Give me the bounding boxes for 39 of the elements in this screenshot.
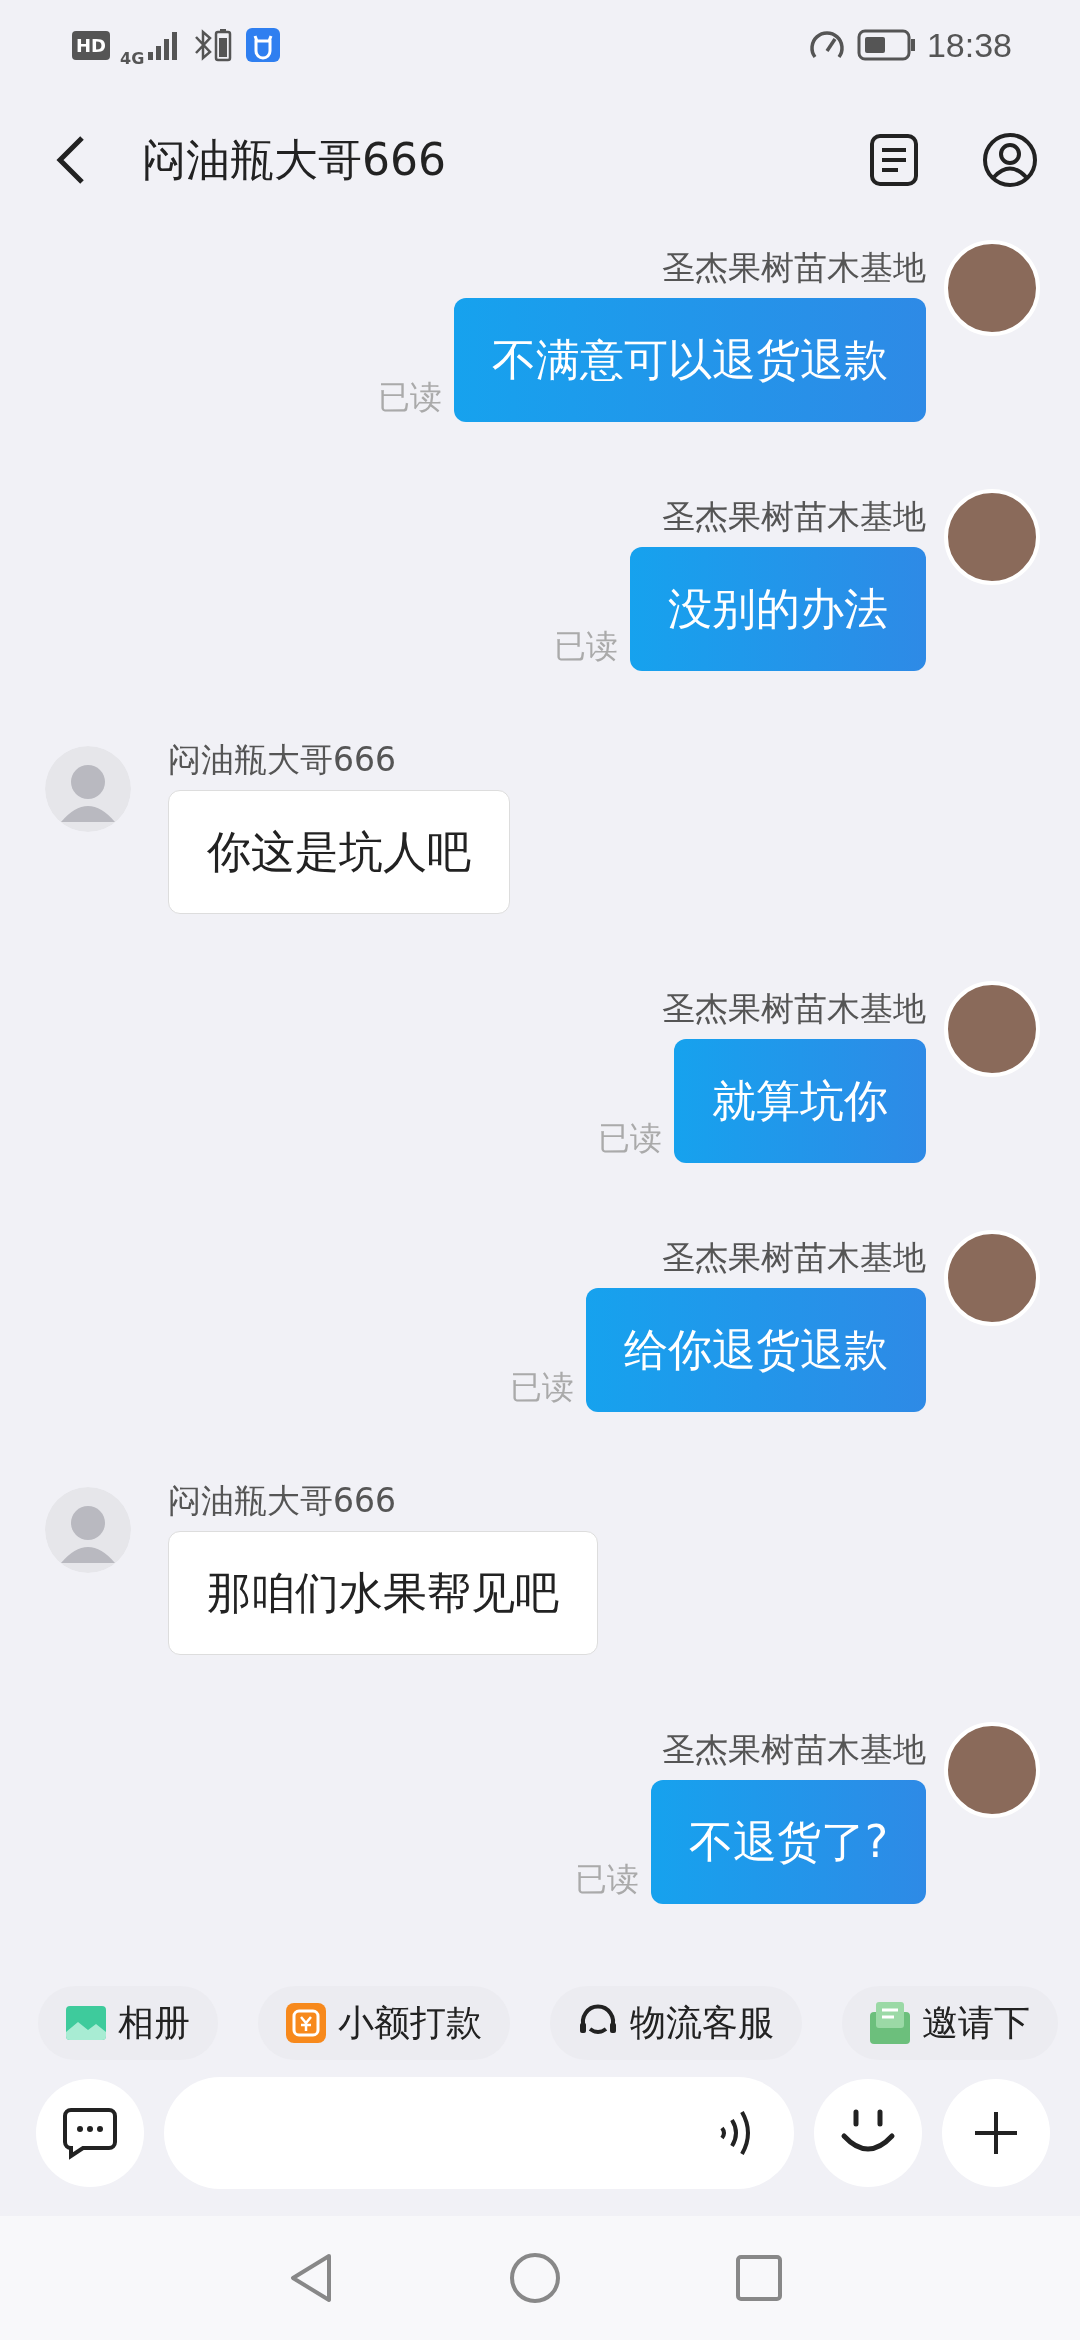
message-bubble: 你这是坑人吧 bbox=[168, 790, 510, 914]
sender-name: 圣杰果树苗木基地 bbox=[662, 497, 926, 537]
sender-name: 闷油瓶大哥666 bbox=[168, 740, 397, 780]
chat-bubble-icon bbox=[61, 2106, 119, 2160]
quick-action-chip[interactable]: 邀请下 bbox=[842, 1986, 1058, 2060]
yuan-icon bbox=[286, 2003, 326, 2043]
recents-nav-icon[interactable] bbox=[735, 2254, 783, 2302]
plus-icon bbox=[973, 2110, 1019, 2156]
clock-time: 18:38 bbox=[926, 25, 1012, 65]
sender-name: 圣杰果树苗木基地 bbox=[662, 1730, 926, 1770]
avatar-silhouette-icon bbox=[45, 1487, 131, 1573]
chat-title: 闷油瓶大哥666 bbox=[142, 132, 447, 187]
picture-icon bbox=[66, 2006, 106, 2040]
message-bubble: 不退货了? bbox=[650, 1780, 926, 1904]
avatar-silhouette-icon bbox=[45, 746, 131, 832]
sender-name: 圣杰果树苗木基地 bbox=[662, 248, 926, 288]
sender-name: 圣杰果树苗木基地 bbox=[662, 989, 926, 1029]
sender-name: 圣杰果树苗木基地 bbox=[662, 1238, 926, 1278]
network-label: 4G bbox=[120, 48, 145, 68]
quick-action-chip[interactable]: 相册 bbox=[38, 1986, 218, 2060]
quick-action-chip[interactable]: 物流客服 bbox=[550, 1986, 802, 2060]
app-notification-icon bbox=[246, 28, 281, 62]
message-bubble: 就算坑你 bbox=[674, 1039, 926, 1163]
message-bubble: 那咱们水果帮见吧 bbox=[168, 1531, 598, 1655]
battery-icon bbox=[856, 29, 917, 61]
envelope-icon bbox=[870, 2002, 910, 2044]
home-nav-icon[interactable] bbox=[509, 2252, 561, 2304]
read-receipt: 已读 bbox=[598, 1118, 662, 1159]
message-bubble: 不满意可以退货退款 bbox=[454, 298, 926, 422]
read-receipt: 已读 bbox=[378, 377, 442, 418]
profile-icon[interactable] bbox=[982, 132, 1038, 188]
hd-icon: HD bbox=[72, 30, 110, 60]
sender-name: 闷油瓶大哥666 bbox=[168, 1481, 397, 1521]
message-bubble: 给你退货退款 bbox=[586, 1288, 926, 1412]
read-receipt: 已读 bbox=[510, 1367, 574, 1408]
read-receipt: 已读 bbox=[574, 1859, 639, 1900]
message-bubble: 没别的办法 bbox=[630, 547, 926, 671]
quick-action-chip[interactable]: 小额打款 bbox=[258, 1986, 510, 2060]
read-receipt: 已读 bbox=[554, 626, 618, 667]
